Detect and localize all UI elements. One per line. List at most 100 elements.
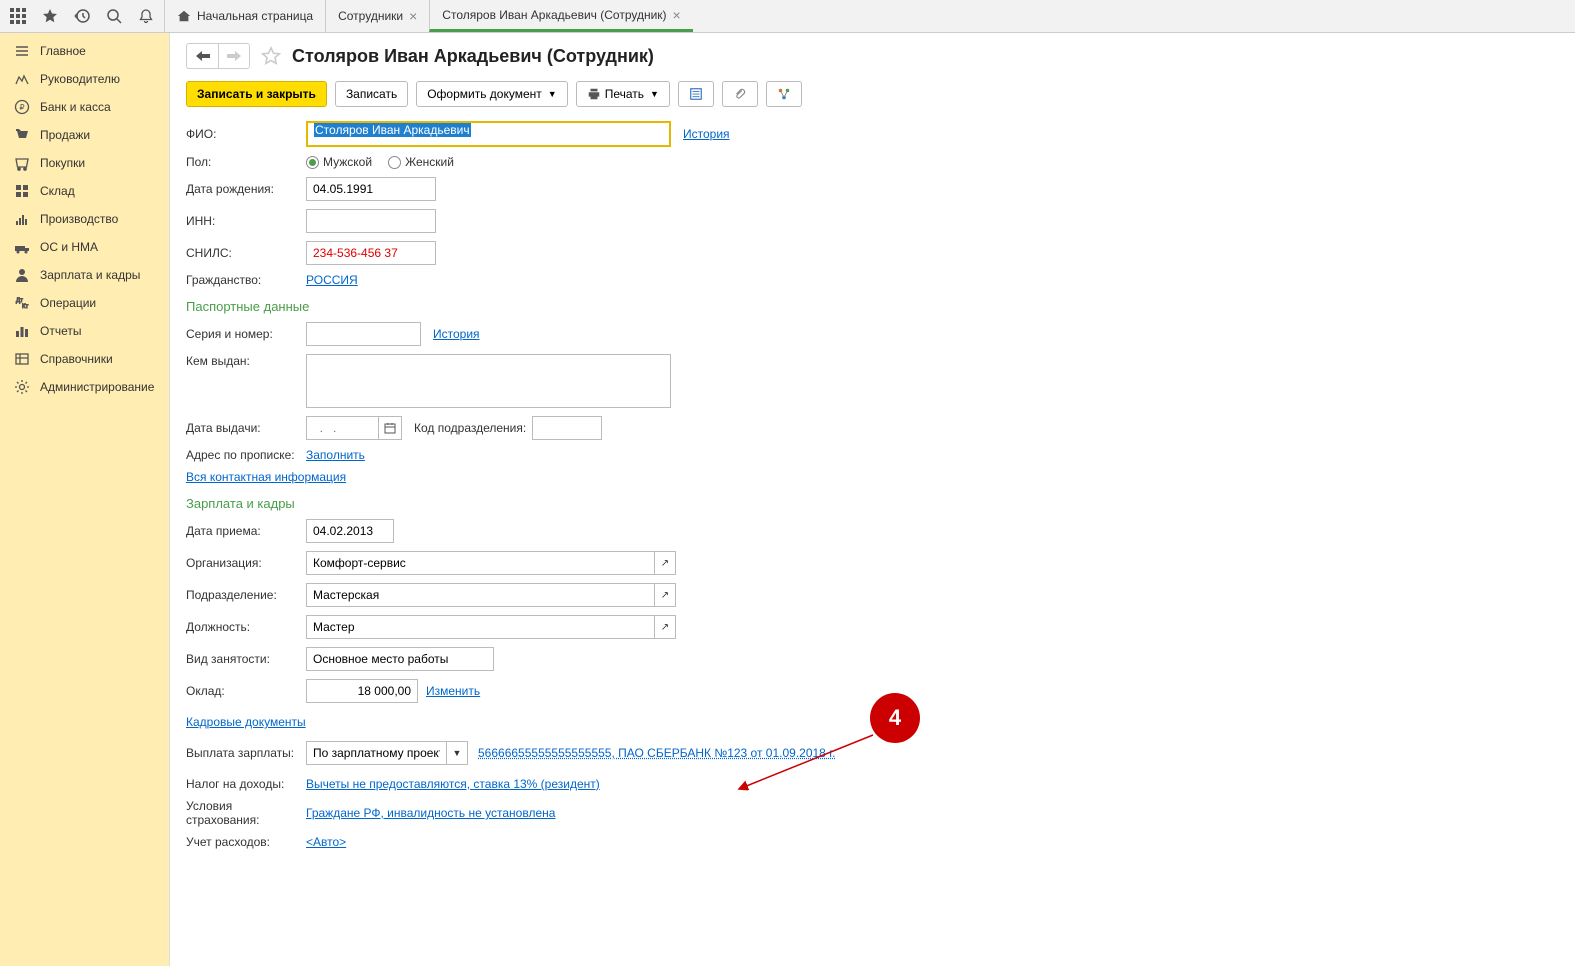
btn-label: Печать <box>605 87 644 101</box>
print-button[interactable]: Печать▼ <box>576 81 670 107</box>
tax-link[interactable]: Вычеты не предоставляются, ставка 13% (р… <box>306 777 600 791</box>
series-input[interactable] <box>306 322 421 346</box>
sidebar-label: Склад <box>40 184 75 198</box>
position-input[interactable] <box>306 615 654 639</box>
series-label: Серия и номер: <box>186 327 306 341</box>
save-button[interactable]: Записать <box>335 81 408 107</box>
salary-label: Оклад: <box>186 684 306 698</box>
tab-label: Сотрудники <box>338 9 403 23</box>
apps-icon[interactable] <box>8 6 28 26</box>
org-input[interactable] <box>306 551 654 575</box>
salary-input[interactable] <box>306 679 418 703</box>
citizenship-link[interactable]: РОССИЯ <box>306 273 358 287</box>
gender-label: Пол: <box>186 155 306 169</box>
citizenship-label: Гражданство: <box>186 273 306 287</box>
inn-input[interactable] <box>306 209 436 233</box>
card-button[interactable] <box>678 81 714 107</box>
sidebar-item-operations[interactable]: ДтКтОперации <box>0 289 169 317</box>
position-label: Должность: <box>186 620 306 634</box>
search-icon[interactable] <box>104 6 124 26</box>
salary-change-link[interactable]: Изменить <box>426 684 480 698</box>
sidebar-item-main[interactable]: Главное <box>0 37 169 65</box>
sidebar-label: Администрирование <box>40 380 154 394</box>
issued-by-input[interactable] <box>306 354 671 408</box>
sidebar-label: Банк и касса <box>40 100 111 114</box>
annotation-badge: 4 <box>870 693 920 743</box>
dept-input[interactable] <box>306 583 654 607</box>
sidebar-item-warehouse[interactable]: Склад <box>0 177 169 205</box>
sidebar-label: Покупки <box>40 156 85 170</box>
payment-label: Выплата зарплаты: <box>186 746 306 760</box>
sidebar-item-reports[interactable]: Отчеты <box>0 317 169 345</box>
tab-label: Начальная страница <box>197 9 313 23</box>
link-icon <box>777 87 791 101</box>
dept-code-input[interactable] <box>532 416 602 440</box>
snils-input[interactable] <box>306 241 436 265</box>
tab-home[interactable]: Начальная страница <box>164 0 325 32</box>
payment-method-input[interactable] <box>306 741 446 765</box>
sidebar-item-assets[interactable]: ОС и НМА <box>0 233 169 261</box>
links-button[interactable] <box>766 81 802 107</box>
all-contacts-link[interactable]: Вся контактная информация <box>186 470 346 484</box>
emp-type-input[interactable] <box>306 647 494 671</box>
svg-text:Кт: Кт <box>22 304 28 310</box>
back-button[interactable] <box>186 43 218 69</box>
save-close-button[interactable]: Записать и закрыть <box>186 81 327 107</box>
issue-date-input[interactable] <box>306 416 378 440</box>
hr-docs-link[interactable]: Кадровые документы <box>186 715 306 729</box>
annotation-arrow <box>735 733 875 793</box>
radio-icon <box>388 156 401 169</box>
close-icon[interactable]: × <box>673 7 681 23</box>
tax-label: Налог на доходы: <box>186 777 306 791</box>
star-icon[interactable] <box>40 6 60 26</box>
expenses-link[interactable]: <Авто> <box>306 835 346 849</box>
sidebar-item-manager[interactable]: Руководителю <box>0 65 169 93</box>
passport-history-link[interactable]: История <box>433 327 480 341</box>
close-icon[interactable]: × <box>409 8 417 24</box>
radio-label: Женский <box>405 155 454 169</box>
insurance-label: Условия страхования: <box>186 799 306 827</box>
sidebar-label: Руководителю <box>40 72 120 86</box>
fio-input[interactable]: Столяров Иван Аркадьевич <box>306 121 671 147</box>
sidebar-item-hr[interactable]: Зарплата и кадры <box>0 261 169 289</box>
dept-open-button[interactable]: ↗ <box>654 583 676 607</box>
home-icon <box>177 9 191 23</box>
fio-history-link[interactable]: История <box>683 127 730 141</box>
fill-address-link[interactable]: Заполнить <box>306 448 365 462</box>
org-open-button[interactable]: ↗ <box>654 551 676 575</box>
insurance-link[interactable]: Граждане РФ, инвалидность не установлена <box>306 806 555 820</box>
hire-date-input[interactable] <box>306 519 394 543</box>
page-title: Столяров Иван Аркадьевич (Сотрудник) <box>292 46 654 67</box>
sidebar-label: Главное <box>40 44 86 58</box>
passport-section-title: Паспортные данные <box>186 299 1559 314</box>
position-open-button[interactable]: ↗ <box>654 615 676 639</box>
sidebar-item-admin[interactable]: Администрирование <box>0 373 169 401</box>
sidebar-label: Операции <box>40 296 96 310</box>
sidebar-label: Отчеты <box>40 324 81 338</box>
sidebar-item-catalogs[interactable]: Справочники <box>0 345 169 373</box>
create-doc-button[interactable]: Оформить документ▼ <box>416 81 567 107</box>
radio-female[interactable]: Женский <box>388 155 454 169</box>
radio-male[interactable]: Мужской <box>306 155 372 169</box>
sidebar-item-purchases[interactable]: Покупки <box>0 149 169 177</box>
history-icon[interactable] <box>72 6 92 26</box>
birthdate-input[interactable] <box>306 177 436 201</box>
svg-text:₽: ₽ <box>19 103 24 112</box>
sidebar-item-bank[interactable]: ₽ Банк и касса <box>0 93 169 121</box>
sidebar-label: ОС и НМА <box>40 240 98 254</box>
favorite-star-icon[interactable] <box>260 45 282 67</box>
payment-dropdown-button[interactable]: ▼ <box>446 741 468 765</box>
radio-label: Мужской <box>323 155 372 169</box>
forward-button[interactable] <box>218 43 250 69</box>
snils-label: СНИЛС: <box>186 246 306 260</box>
calendar-button[interactable] <box>378 416 402 440</box>
dept-label: Подразделение: <box>186 588 306 602</box>
sidebar-item-sales[interactable]: Продажи <box>0 121 169 149</box>
tab-current[interactable]: Столяров Иван Аркадьевич (Сотрудник) × <box>429 0 692 32</box>
bell-icon[interactable] <box>136 6 156 26</box>
tab-employees[interactable]: Сотрудники × <box>325 0 429 32</box>
sidebar-item-production[interactable]: Производство <box>0 205 169 233</box>
radio-icon <box>306 156 319 169</box>
attach-button[interactable] <box>722 81 758 107</box>
reg-address-label: Адрес по прописке: <box>186 448 306 462</box>
